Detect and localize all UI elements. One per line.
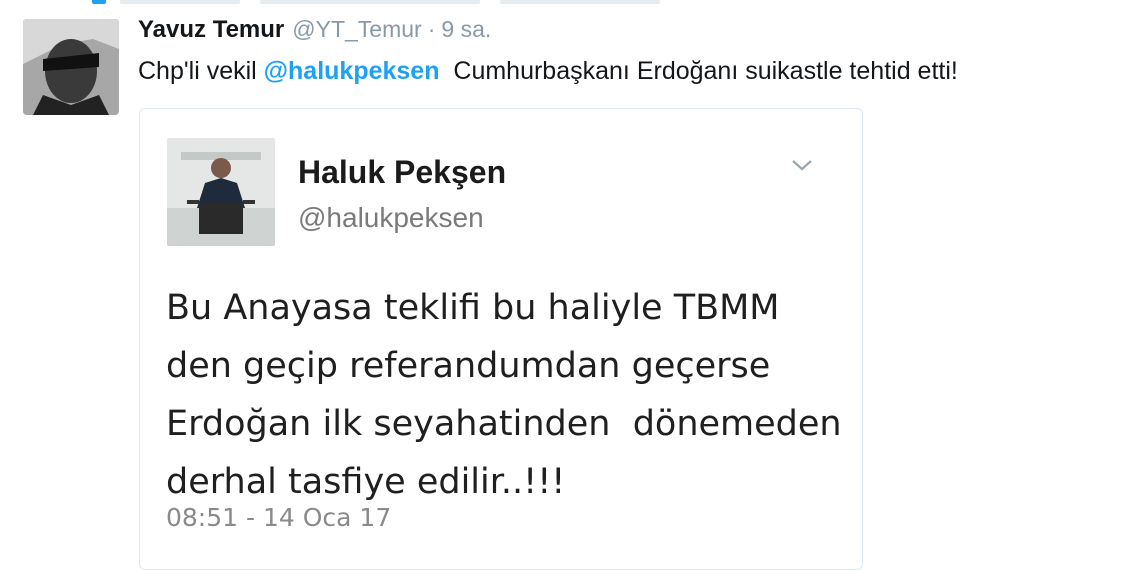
mention-link[interactable]: @halukpeksen [264,57,440,85]
tweet-timestamp[interactable]: 9 sa. [441,16,491,43]
embedded-tweet-text: Bu Anayasa teklifi bu haliyle TBMM den g… [166,279,856,511]
tweet-text-before: Chp'li vekil [138,57,264,85]
screen-name[interactable]: @YT_Temur [292,16,421,43]
tweet-header: Yavuz Temur @YT_Temur · 9 sa. [138,16,491,50]
embedded-avatar-photo [167,138,275,246]
cut-text-fragment [120,0,240,4]
separator-dot: · [427,16,436,42]
display-name[interactable]: Yavuz Temur [138,16,284,44]
embedded-avatar[interactable] [167,138,275,246]
avatar[interactable] [23,19,119,115]
chevron-down-icon[interactable] [790,157,814,173]
reply-indicator-icon [92,0,106,4]
embedded-text-line: den geçip referandumdan geçerse [166,346,771,386]
cut-text-fragment [260,0,480,4]
cut-text-fragment [500,0,660,4]
tweet-text: Chp'li vekil @halukpeksen Cumhurbaşkanı … [138,57,958,86]
tweet-text-after: Cumhurbaşkanı Erdoğanı suikastle tehtid … [439,57,958,85]
embedded-text-line: Erdoğan ilk seyahatinden dönemeden [166,404,842,444]
embedded-tweet-card[interactable]: Haluk Pekşen @halukpeksen Bu Anayasa tek… [139,108,863,570]
embedded-timestamp[interactable]: 08:51 - 14 Oca 17 [166,503,391,532]
embedded-display-name[interactable]: Haluk Pekşen [298,154,506,191]
embedded-screen-name[interactable]: @halukpeksen [298,202,484,234]
embedded-text-line: Bu Anayasa teklifi bu haliyle TBMM [166,288,780,328]
previous-tweet-fragment [0,0,1142,8]
avatar-photo [23,19,119,115]
